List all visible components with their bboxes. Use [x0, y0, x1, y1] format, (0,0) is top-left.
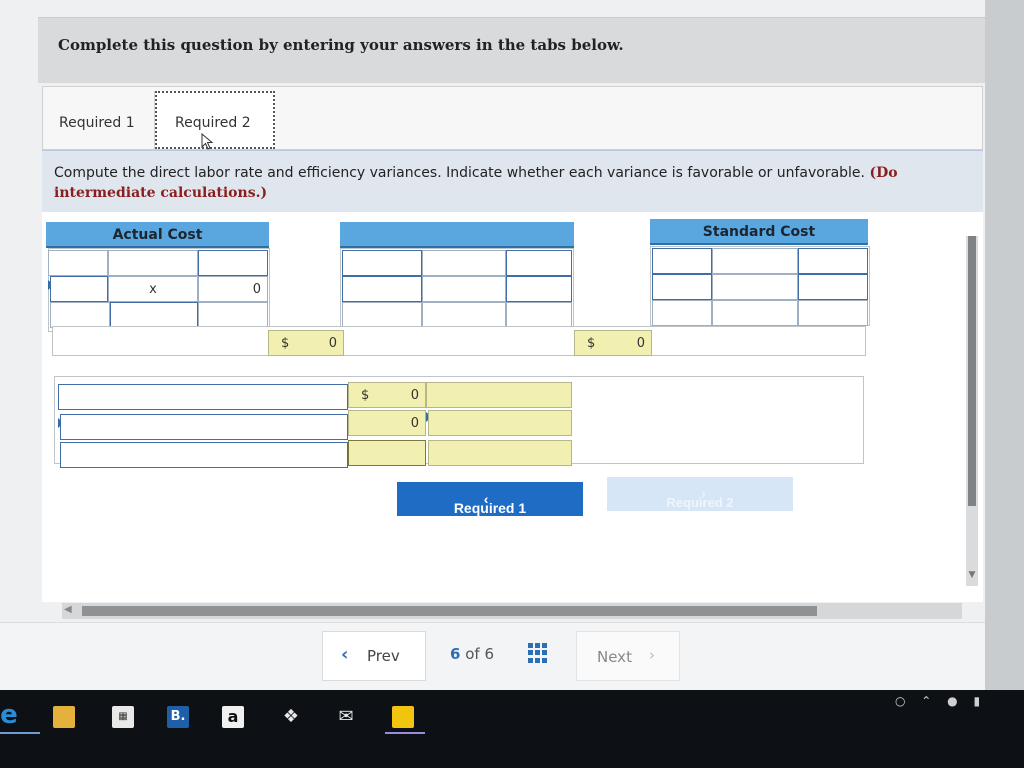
middle-input-1[interactable]	[342, 250, 422, 276]
horizontal-scrollbar[interactable]: ◀	[62, 603, 962, 619]
question-header: Complete this question by entering your …	[38, 17, 985, 83]
actual-hours-input[interactable]	[50, 276, 108, 302]
dropbox-icon[interactable]: ❖	[280, 706, 302, 728]
instruction-emphasis: (Do	[869, 165, 898, 181]
page-indicator: 6 of 6	[450, 645, 495, 663]
edge-icon[interactable]: e	[0, 700, 18, 730]
standard-cost-header: Standard Cost	[650, 219, 868, 245]
standard-cell-2b[interactable]	[712, 274, 798, 300]
tab-required-1-label: Required 1	[59, 115, 135, 131]
instruction-panel: Compute the direct labor rate and effici…	[42, 150, 983, 212]
taskbar: e ▦ B. a ❖ ✉ ○ ⌃ ● ▮	[0, 690, 1024, 768]
middle-cell-3a[interactable]	[342, 302, 422, 328]
variance-label-3[interactable]	[60, 442, 348, 468]
actual-multiply: x	[108, 276, 198, 302]
variance-type-1[interactable]	[426, 382, 572, 408]
middle-cell-1b[interactable]	[422, 250, 506, 276]
vertical-scrollbar-thumb[interactable]	[968, 236, 976, 506]
multiply-symbol: x	[149, 282, 157, 297]
active-app-indicator	[0, 732, 40, 734]
chevron-right-icon: ›	[649, 646, 655, 664]
actual-qty-1[interactable]	[108, 250, 198, 276]
prev-question-button[interactable]: ‹ Prev	[322, 631, 426, 681]
tabs-bar: Required 1 Required 2	[42, 86, 983, 150]
variance-value-3	[348, 440, 426, 466]
instruction-text: Compute the direct labor rate and effici…	[54, 163, 979, 203]
actual-result: 0	[198, 276, 268, 302]
tab-required-2[interactable]: Required 2	[155, 91, 275, 150]
next-required-button[interactable]: Required 2 ›	[607, 477, 793, 511]
tab-required-1[interactable]: Required 1	[43, 91, 155, 149]
next-required-label: Required 2 ›	[666, 486, 734, 510]
mail-icon[interactable]: ✉	[335, 706, 357, 728]
actual-total: $ 0	[268, 330, 344, 356]
actual-cost-header: Actual Cost	[46, 222, 269, 248]
header-text: Complete this question by entering your …	[58, 36, 624, 54]
middle-cell-3c[interactable]	[506, 302, 572, 328]
folder-icon[interactable]	[53, 706, 75, 728]
middle-column-header	[340, 222, 574, 248]
actual-extra-3[interactable]	[198, 302, 268, 328]
standard-input-2c[interactable]	[798, 274, 868, 300]
scroll-down-arrow-icon[interactable]: ▼	[966, 570, 978, 582]
scroll-left-arrow-icon[interactable]: ◀	[64, 604, 72, 615]
actual-rate-input[interactable]	[110, 302, 198, 328]
next-question-button[interactable]: Next ›	[576, 631, 680, 681]
standard-cell-3c[interactable]	[798, 300, 868, 326]
sticky-notes-icon[interactable]	[392, 706, 414, 728]
previous-required-button[interactable]: ‹ Required 1	[397, 482, 583, 516]
system-tray[interactable]: ○ ⌃ ● ▮	[895, 694, 986, 708]
browser-viewport: Complete this question by entering your …	[0, 0, 985, 690]
standard-input-1c[interactable]	[798, 248, 868, 274]
mouse-cursor-icon	[201, 133, 214, 150]
actual-label-1[interactable]	[48, 250, 108, 276]
actual-label-3[interactable]	[50, 302, 110, 328]
totals-row	[52, 326, 866, 356]
next-label: Next	[597, 648, 632, 666]
instruction-main: Compute the direct labor rate and effici…	[54, 165, 865, 181]
middle-input-2c[interactable]	[506, 276, 572, 302]
standard-total: $ 0	[574, 330, 652, 356]
worksheet: Actual Cost Standard Cost x 0 $ 0 $ 0 $ …	[42, 212, 983, 602]
horizontal-scrollbar-thumb[interactable]	[82, 606, 817, 616]
question-grid-icon[interactable]	[528, 643, 548, 663]
amazon-icon[interactable]: a	[222, 706, 244, 728]
variance-label-1[interactable]	[58, 384, 348, 410]
standard-cell-3a[interactable]	[652, 300, 712, 326]
store-icon[interactable]: ▦	[112, 706, 134, 728]
middle-cell-3b[interactable]	[422, 302, 506, 328]
variance-label-2[interactable]	[60, 414, 348, 440]
b-app-icon[interactable]: B.	[167, 706, 189, 728]
middle-input-2[interactable]	[342, 276, 422, 302]
standard-input-1[interactable]	[652, 248, 712, 274]
monitor-bezel	[985, 0, 1024, 690]
middle-cell-2b[interactable]	[422, 276, 506, 302]
question-navigation-footer: ‹ Prev 6 of 6 Next ›	[0, 622, 985, 690]
middle-input-1c[interactable]	[506, 250, 572, 276]
open-app-indicator	[385, 732, 425, 734]
tab-required-2-label: Required 2	[175, 115, 251, 131]
previous-required-label: ‹ Required 1	[453, 491, 527, 516]
chevron-left-icon: ‹	[341, 644, 349, 665]
actual-input-1[interactable]	[198, 250, 268, 276]
standard-cell-1b[interactable]	[712, 248, 798, 274]
variance-type-3[interactable]	[428, 440, 572, 466]
standard-input-2[interactable]	[652, 274, 712, 300]
variance-value-2: 0	[348, 410, 426, 436]
prev-label: Prev	[367, 647, 400, 665]
variance-value-1: $ 0	[348, 382, 426, 408]
instruction-emphasis-continued: intermediate calculations.)	[54, 185, 268, 201]
standard-cell-3b[interactable]	[712, 300, 798, 326]
variance-type-2[interactable]	[428, 410, 572, 436]
